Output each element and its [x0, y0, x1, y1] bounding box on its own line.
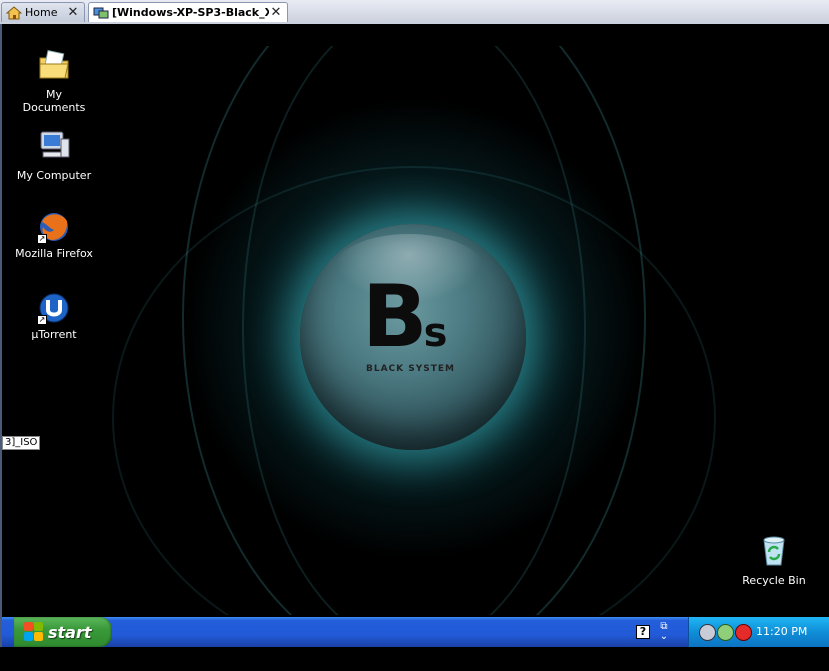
tab-vm[interactable]: [Windows-XP-SP3-Black_X... ✕: [88, 2, 288, 22]
tab-vm-label: [Windows-XP-SP3-Black_X...: [112, 6, 269, 19]
desktop-icon-my-documents[interactable]: My Documents: [14, 48, 94, 114]
desktop-icon-label: µTorrent: [31, 328, 77, 341]
firefox-icon-wrapper: ↗: [37, 210, 71, 244]
vm-frame-bottom: [0, 647, 829, 671]
recycle-bin-icon: [763, 536, 785, 566]
vm-frame-top: [0, 24, 829, 46]
vm-icon: [93, 7, 109, 18]
desktop-icon-label: My Documents: [22, 88, 86, 114]
taskbar-clock[interactable]: 11:20 PM: [756, 625, 807, 638]
desktop-icon-utorrent[interactable]: ↗ µTorrent: [14, 291, 94, 341]
logo-small-letter: s: [423, 310, 448, 356]
close-icon[interactable]: ✕: [66, 5, 80, 20]
show-desktop-icon[interactable]: ⧉ ⌄: [658, 622, 670, 642]
desktop[interactable]: Bs BLACK SYSTEM My Documents My Computer…: [2, 46, 829, 615]
utorrent-icon-wrapper: ↗: [37, 291, 71, 325]
my-computer-icon: [40, 131, 70, 158]
tray-network-icon[interactable]: [699, 624, 716, 641]
shortcut-arrow-icon: ↗: [37, 315, 47, 325]
home-icon: [6, 5, 22, 19]
logo-subtitle: BLACK SYSTEM: [366, 364, 455, 374]
desktop-icon-recycle-bin[interactable]: Recycle Bin: [734, 534, 814, 587]
desktop-icon-firefox[interactable]: ↗ Mozilla Firefox: [14, 210, 94, 260]
shortcut-arrow-icon: ↗: [37, 234, 47, 244]
partial-desktop-label[interactable]: 3]_ISO: [2, 436, 41, 450]
tray-security-alert-icon[interactable]: [735, 624, 752, 641]
desktop-icon-my-computer[interactable]: My Computer: [14, 129, 94, 182]
logo-main-letter: B: [362, 267, 428, 367]
tray-safely-remove-icon[interactable]: [717, 624, 734, 641]
desktop-icon-label: Mozilla Firefox: [15, 247, 93, 260]
help-icon[interactable]: ?: [636, 625, 650, 639]
start-label: start: [48, 622, 92, 642]
close-icon[interactable]: ✕: [269, 5, 283, 20]
start-button[interactable]: start: [14, 617, 112, 647]
desktop-icon-label: My Computer: [16, 169, 92, 182]
desktop-icon-label: Recycle Bin: [742, 574, 806, 587]
tab-home[interactable]: Home ✕: [1, 2, 85, 22]
taskbar: start ? ⧉ ⌄ 11:20 PM: [2, 617, 829, 647]
my-documents-icon: [39, 49, 69, 79]
tab-home-label: Home: [25, 6, 58, 19]
windows-logo-icon: [24, 622, 44, 642]
wallpaper-logo: Bs: [362, 274, 447, 360]
tab-strip: Home ✕ [Windows-XP-SP3-Black_X... ✕: [0, 0, 829, 25]
